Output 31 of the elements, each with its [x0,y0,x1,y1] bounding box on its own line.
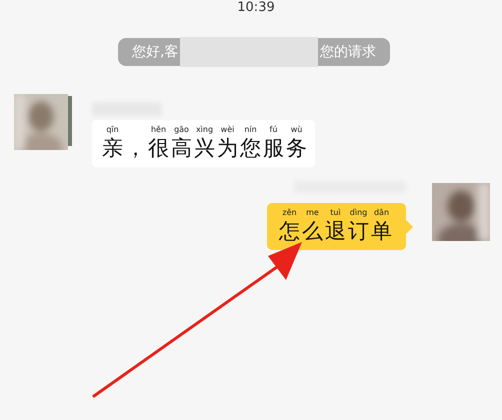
hanzi: 很 [148,135,169,161]
pinyin: wèi [220,124,234,135]
hanzi: 么 [302,218,323,244]
hanzi: 为 [217,135,238,161]
hanzi: 服 [263,135,284,161]
hanzi: 订 [348,218,369,244]
hanzi: 务 [286,135,307,161]
hanzi: 单 [371,218,392,244]
notice-text: 您的请求 [320,43,376,61]
pinyin: zěn [282,207,297,218]
hanzi: 退 [325,218,346,244]
pinyin: tuì [330,207,341,218]
pinyin: hěn [150,124,166,135]
pinyin: dān [374,207,390,218]
hanzi: 您 [240,135,261,161]
hanzi: 兴 [194,135,215,161]
pinyin: wù [290,124,302,135]
avatar-edge [68,96,72,146]
hanzi: 高 [171,135,192,161]
pinyin: nín [244,124,257,135]
pinyin: dìng [350,207,368,218]
hanzi: ， [125,135,146,161]
pinyin: qīn [106,124,119,135]
hanzi: 怎 [279,218,300,244]
notice-text: 您好,客 [132,43,178,61]
pinyin: me [306,207,319,218]
status-time: 10:39 [236,0,276,16]
hanzi: 亲 [102,135,123,161]
pinyin: gāo [174,124,189,135]
pinyin: fú [270,124,278,135]
pinyin: xìng [196,124,214,135]
